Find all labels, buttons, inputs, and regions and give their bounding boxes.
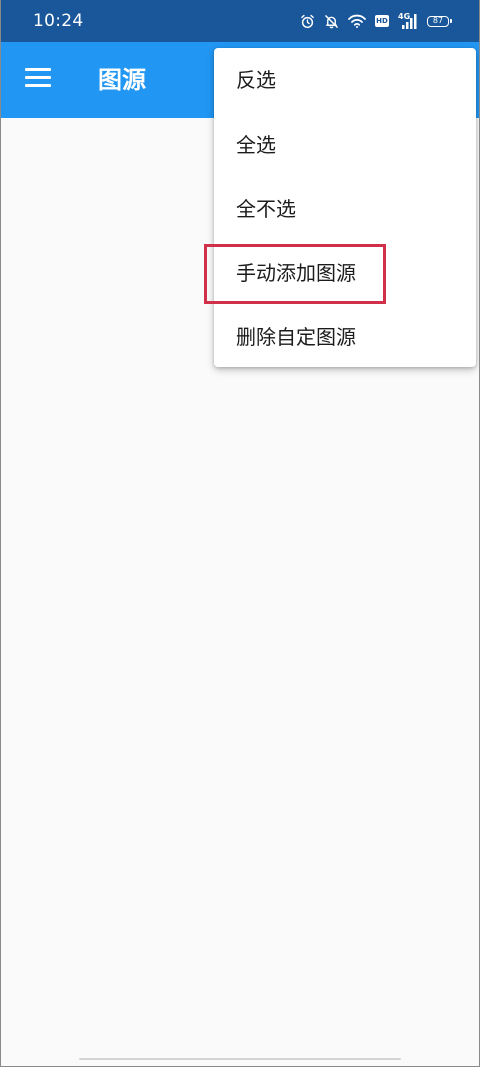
status-icons: HD 4G 87 — [300, 11, 452, 31]
hd-icon: HD — [375, 15, 389, 27]
page-title: 图源 — [98, 66, 146, 94]
menu-item-add-source-manually[interactable]: 手动添加图源 — [214, 247, 476, 299]
mute-icon — [324, 14, 339, 29]
wifi-icon — [348, 14, 366, 28]
battery-icon: 87 — [427, 15, 452, 27]
gesture-bar[interactable] — [79, 1058, 401, 1060]
status-time: 10:24 — [33, 11, 84, 31]
screen: 10:24 HD 4G 87 图源 反选 全选 全不选 手动添加图源 删除自定图… — [0, 0, 480, 1067]
hamburger-icon[interactable] — [25, 68, 51, 88]
alarm-icon — [300, 14, 315, 29]
status-bar: 10:24 HD 4G 87 — [1, 0, 479, 42]
menu-item-invert-selection[interactable]: 反选 — [214, 54, 476, 106]
signal-4g-icon: 4G — [398, 12, 418, 29]
menu-item-select-all[interactable]: 全选 — [214, 119, 476, 171]
menu-item-delete-custom-source[interactable]: 删除自定图源 — [214, 311, 476, 363]
menu-item-select-none[interactable]: 全不选 — [214, 183, 476, 235]
overflow-menu: 反选 全选 全不选 手动添加图源 删除自定图源 — [214, 48, 476, 367]
